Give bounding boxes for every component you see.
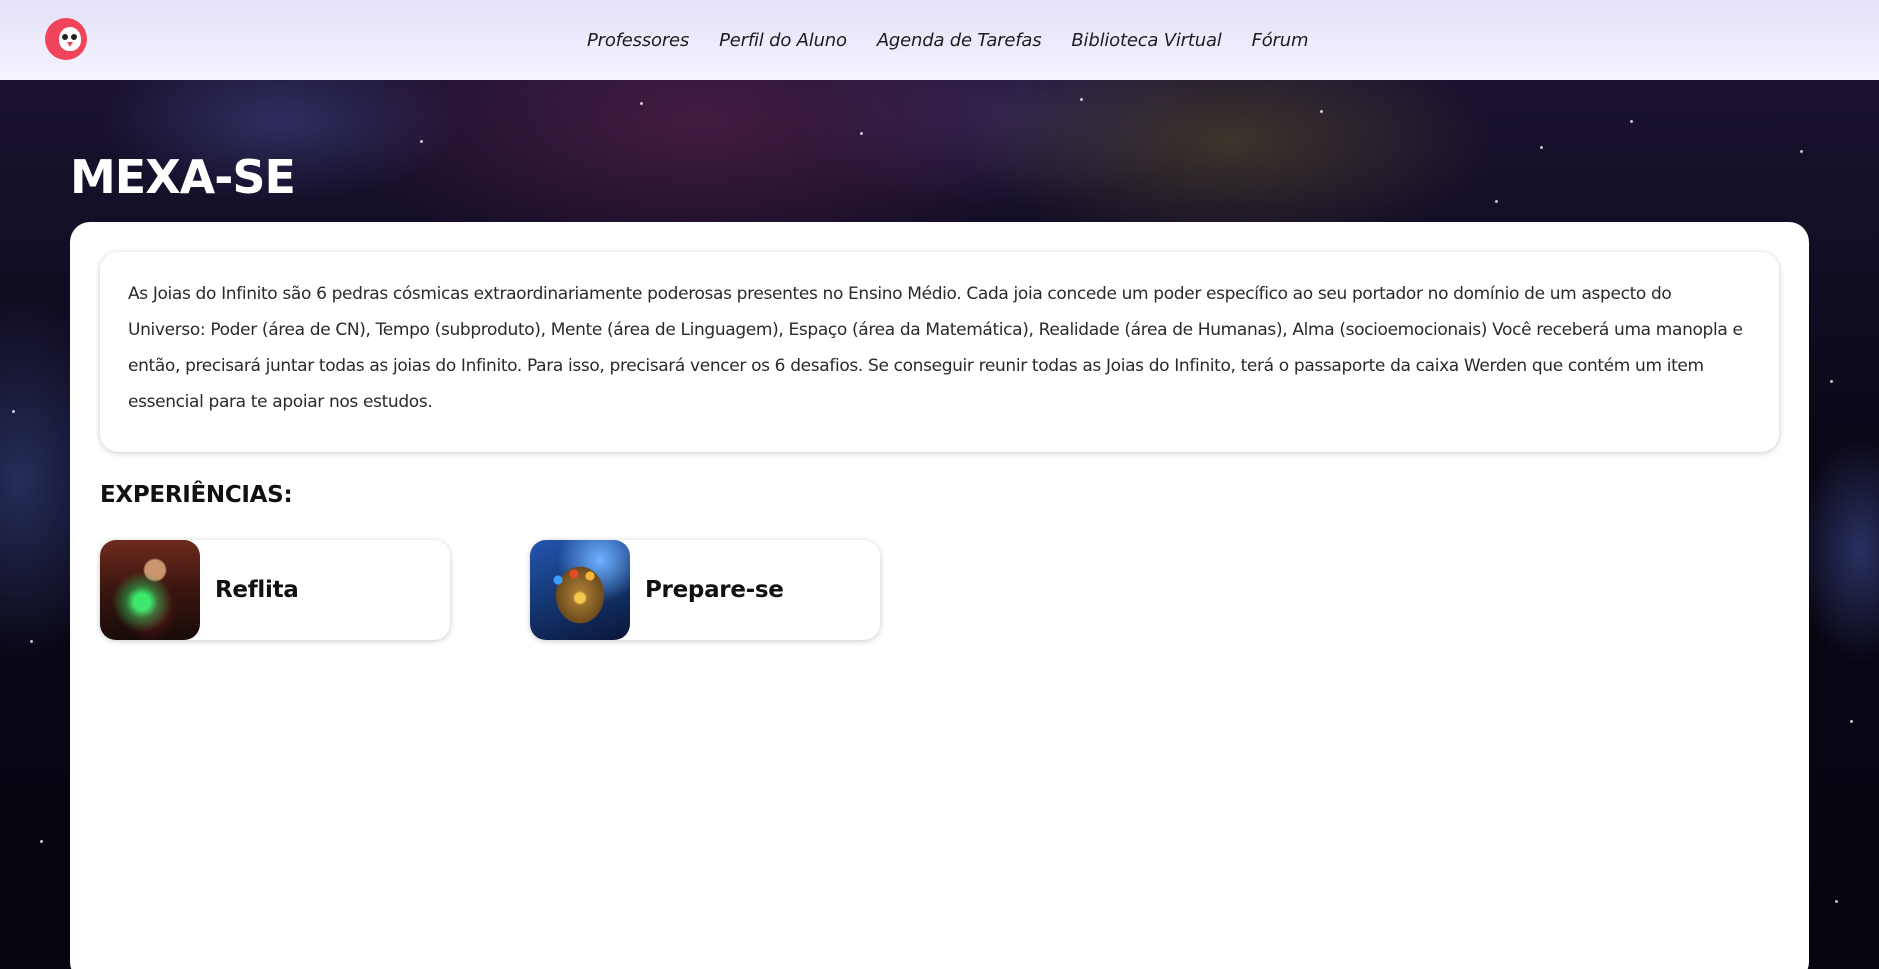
nav-link-biblioteca-virtual[interactable]: Biblioteca Virtual <box>1071 30 1221 51</box>
star <box>40 840 43 843</box>
star <box>420 140 423 143</box>
experience-card-reflita[interactable]: Reflita <box>100 540 450 640</box>
star <box>12 410 15 413</box>
experience-card-label: Prepare-se <box>645 577 784 603</box>
star <box>1495 200 1498 203</box>
intro-card: As Joias do Infinito são 6 pedras cósmic… <box>100 252 1779 452</box>
star <box>30 640 33 643</box>
star <box>1320 110 1323 113</box>
star <box>1540 146 1543 149</box>
sorcerer-green-glow-thumbnail <box>100 540 200 640</box>
nav-link-forum[interactable]: Fórum <box>1252 30 1309 51</box>
owl-eye <box>71 34 77 40</box>
star <box>1080 98 1083 101</box>
nav-link-perfil-do-aluno[interactable]: Perfil do Aluno <box>719 30 847 51</box>
top-navigation-bar: Professores Perfil do Aluno Agenda de Ta… <box>0 0 1879 80</box>
experience-card-prepare-se[interactable]: Prepare-se <box>530 540 880 640</box>
main-nav: Professores Perfil do Aluno Agenda de Ta… <box>587 0 1308 80</box>
intro-text: As Joias do Infinito são 6 pedras cósmic… <box>128 284 1743 412</box>
experience-card-label: Reflita <box>215 577 299 603</box>
star <box>640 102 643 105</box>
owl-face <box>59 27 81 51</box>
content-panel: As Joias do Infinito são 6 pedras cósmic… <box>70 222 1809 969</box>
star <box>1630 120 1633 123</box>
nav-link-professores[interactable]: Professores <box>587 30 689 51</box>
owl-logo-icon[interactable] <box>45 18 87 60</box>
star <box>1850 720 1853 723</box>
nav-link-agenda-de-tarefas[interactable]: Agenda de Tarefas <box>877 30 1042 51</box>
star <box>860 132 863 135</box>
star <box>1835 900 1838 903</box>
infinity-gauntlet-thumbnail <box>530 540 630 640</box>
owl-beak <box>67 42 73 47</box>
experiences-title: EXPERIÊNCIAS: <box>100 482 293 508</box>
star <box>1800 150 1803 153</box>
star <box>1830 380 1833 383</box>
owl-eye <box>62 34 68 40</box>
page-title: MEXA-SE <box>70 150 296 204</box>
